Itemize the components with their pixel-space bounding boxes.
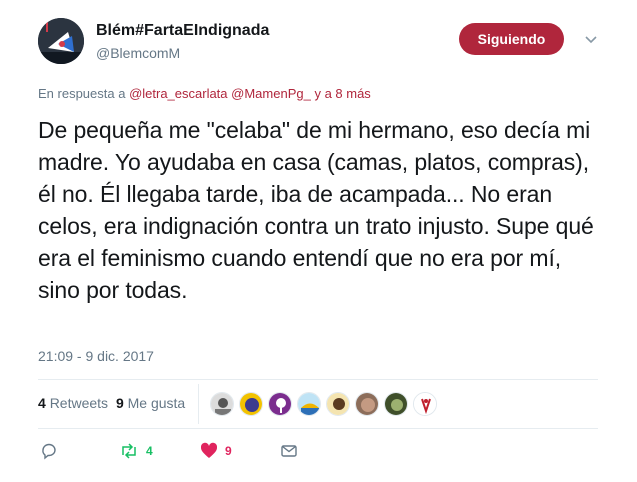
tweet-header: Blém#FartaEIndignada @BlemcomM Siguiendo [38, 18, 608, 68]
reply-prefix: En respuesta a [38, 86, 130, 101]
mention-link[interactable]: @MamenPg_ [231, 86, 311, 101]
likes-stat[interactable]: 9 Me gusta [116, 395, 185, 411]
likes-count: 9 [115, 395, 124, 411]
divider [38, 379, 598, 380]
liker-avatar[interactable] [384, 392, 408, 416]
divider [38, 428, 598, 429]
liker-avatar[interactable] [413, 392, 437, 416]
stats-divider [198, 384, 199, 424]
chevron-down-icon[interactable] [584, 32, 598, 46]
more-mentions-link[interactable]: y a 8 más [311, 86, 370, 101]
liker-avatar[interactable] [297, 392, 321, 416]
tweet-stats: 4 Retweets 9 Me gusta [38, 395, 189, 411]
retweets-count: 4 [38, 395, 46, 411]
retweet-count: 4 [146, 444, 153, 458]
retweet-icon [119, 442, 139, 460]
likes-label: Me gusta [127, 395, 186, 411]
liker-avatar[interactable] [239, 392, 263, 416]
tweet-timestamp[interactable]: 21:09 - 9 dic. 2017 [38, 348, 154, 364]
like-button[interactable]: 9 [200, 442, 232, 460]
avatar[interactable] [38, 18, 84, 64]
heart-icon [200, 442, 218, 460]
retweet-button[interactable]: 4 [119, 442, 153, 460]
display-name[interactable]: Blém#FartaEIndignada [96, 22, 269, 40]
retweets-stat[interactable]: 4 Retweets [38, 395, 108, 411]
reply-icon [40, 442, 58, 460]
user-handle[interactable]: @BlemcomM [96, 45, 180, 61]
reply-context: En respuesta a @letra_escarlata @MamenPg… [38, 86, 371, 101]
following-button[interactable]: Siguiendo [459, 23, 564, 55]
tweet-actions: 4 9 [38, 442, 338, 462]
message-icon [280, 442, 298, 460]
tweet-text: De pequeña me "celaba" de mi hermano, es… [38, 117, 594, 303]
retweets-label: Retweets [49, 395, 109, 411]
mention-link[interactable]: @letra_escarlata [129, 86, 227, 101]
liker-avatar[interactable] [355, 392, 379, 416]
liker-avatar[interactable] [210, 392, 234, 416]
direct-message-button[interactable] [280, 442, 298, 460]
liker-avatar[interactable] [326, 392, 350, 416]
like-count: 9 [225, 444, 232, 458]
liker-avatar[interactable] [268, 392, 292, 416]
reply-button[interactable] [40, 442, 58, 460]
